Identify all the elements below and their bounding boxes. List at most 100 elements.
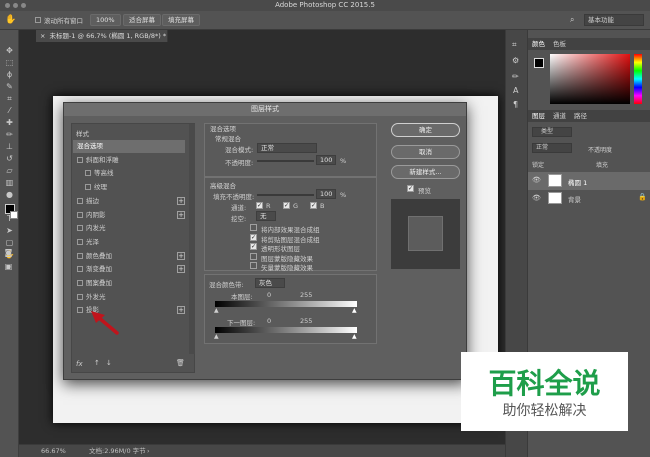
knockout-select[interactable]: 无 (256, 211, 276, 221)
foreground-swatch[interactable] (534, 58, 544, 68)
layer-blend-mode[interactable]: 正常 (532, 143, 572, 153)
layer-row[interactable]: 👁 椭圆 1 (528, 172, 650, 190)
dodge-tool-icon[interactable]: ● (4, 190, 15, 199)
fit-screen-button[interactable]: 适合屏幕 (123, 14, 161, 26)
status-arrow-icon[interactable]: › (147, 445, 150, 457)
eyedropper-tool-icon[interactable]: ⁄ (4, 106, 15, 115)
style-item-checkbox[interactable] (77, 280, 83, 286)
ok-button[interactable]: 确定 (391, 123, 460, 137)
fill-screen-button[interactable]: 填充屏幕 (162, 14, 200, 26)
fill-opacity-field[interactable]: 100 (316, 189, 336, 199)
visibility-eye-icon[interactable]: 👁 (532, 176, 541, 184)
new-style-button[interactable]: 新建样式... (391, 165, 460, 179)
fill-opacity-slider[interactable] (257, 194, 314, 196)
style-item-checkbox[interactable] (77, 211, 83, 218)
style-item-checkbox[interactable] (77, 225, 83, 232)
below-layer-right-slider[interactable]: ▲ (352, 333, 357, 340)
zoom-100-button[interactable]: 100% (90, 14, 121, 26)
trash-icon[interactable]: 🗑 (176, 359, 185, 367)
this-layer-right-slider[interactable]: ▲ (352, 307, 357, 314)
style-item-checkbox[interactable] (77, 266, 83, 273)
advanced-option-checkbox[interactable] (250, 252, 257, 260)
window-minimize-dot[interactable] (13, 3, 18, 8)
style-item[interactable]: 光泽 (73, 236, 185, 249)
style-item-checkbox[interactable] (77, 307, 83, 314)
advanced-option-checkbox[interactable]: ✓ (250, 233, 257, 241)
style-item-checkbox[interactable] (77, 293, 83, 300)
tab-swatches[interactable]: 色板 (553, 40, 566, 48)
preview-checkbox[interactable]: ✓ (407, 185, 414, 192)
style-item-checkbox[interactable] (85, 184, 91, 191)
tab-layers[interactable]: 图层 (532, 112, 545, 120)
style-item[interactable]: 纹理 (73, 181, 185, 194)
add-effect-icon[interactable]: + (177, 306, 185, 315)
style-item-checkbox[interactable] (77, 238, 83, 245)
style-item[interactable]: 混合选项 (73, 140, 185, 153)
window-close-dot[interactable] (5, 3, 10, 8)
channel-b-checkbox[interactable]: ✓ (310, 202, 317, 209)
path-select-tool-icon[interactable]: ➤ (4, 226, 15, 235)
quick-mask-icon[interactable]: ◙ (3, 248, 14, 257)
advanced-option-checkbox[interactable] (250, 262, 257, 269)
history-panel-icon[interactable]: ⌗ (512, 40, 517, 50)
advanced-option-checkbox[interactable]: ✓ (250, 243, 257, 250)
background-color-swatch[interactable] (10, 211, 18, 219)
search-icon[interactable]: ⌕ (570, 15, 574, 25)
styles-header[interactable]: 样式 (76, 128, 89, 138)
shape-tool-icon[interactable]: ▢ (4, 238, 15, 247)
properties-panel-icon[interactable]: ⚙ (512, 56, 519, 65)
tab-color[interactable]: 颜色 (532, 40, 545, 48)
style-item-checkbox[interactable] (77, 252, 83, 259)
add-effect-icon[interactable]: + (177, 265, 185, 274)
screen-mode-icon[interactable]: ▣ (3, 262, 14, 271)
styles-scrollbar[interactable] (189, 124, 195, 354)
window-zoom-dot[interactable] (21, 3, 26, 8)
eraser-tool-icon[interactable]: ▱ (4, 166, 15, 175)
fx-button[interactable]: fx (76, 360, 83, 368)
move-tool-icon[interactable]: ✥ (4, 46, 15, 55)
layer-kind-filter[interactable]: 类型 (532, 127, 572, 137)
blend-mode-select[interactable]: 正常 (257, 143, 317, 153)
stamp-tool-icon[interactable]: ⊥ (4, 142, 15, 151)
document-tab[interactable]: × 未标题-1 @ 66.7% (椭圆 1, RGB/8*) * (36, 30, 168, 42)
style-item[interactable]: 外发光 (73, 291, 185, 304)
cancel-button[interactable]: 取消 (391, 145, 460, 159)
history-brush-tool-icon[interactable]: ↺ (4, 154, 15, 163)
advanced-option-checkbox[interactable] (250, 224, 257, 231)
brush-panel-icon[interactable]: ✏ (512, 72, 519, 81)
gradient-tool-icon[interactable]: ▥ (4, 178, 15, 187)
style-item[interactable]: 内阴影 + (73, 209, 185, 222)
style-item[interactable]: 颜色叠加 + (73, 250, 185, 263)
marquee-tool-icon[interactable]: ⬚ (4, 58, 15, 67)
tab-paths[interactable]: 路径 (574, 112, 587, 120)
healing-tool-icon[interactable]: ✚ (4, 118, 15, 127)
style-item-checkbox[interactable] (77, 156, 83, 163)
quick-select-tool-icon[interactable]: ✎ (4, 82, 15, 91)
opacity-field[interactable]: 100 (316, 155, 336, 165)
add-effect-icon[interactable]: + (177, 210, 185, 219)
style-item[interactable]: 渐变叠加 + (73, 263, 185, 276)
opacity-slider[interactable] (257, 160, 314, 162)
crop-tool-icon[interactable]: ⌗ (4, 94, 15, 103)
close-tab-icon[interactable]: × (40, 32, 45, 40)
move-down-icon[interactable]: ↓ (106, 359, 112, 367)
paragraph-panel-icon[interactable]: ¶ (513, 100, 518, 109)
lasso-tool-icon[interactable]: ϕ (4, 70, 15, 79)
style-item[interactable]: 斜面和浮雕 (73, 154, 185, 167)
this-layer-left-slider[interactable]: ▲ (214, 307, 219, 314)
layer-name[interactable]: 椭圆 1 (568, 177, 587, 187)
add-effect-icon[interactable]: + (177, 251, 185, 260)
style-item-checkbox[interactable] (85, 170, 91, 177)
status-zoom[interactable]: 66.67% (41, 445, 66, 457)
blend-if-select[interactable]: 灰色 (255, 278, 285, 288)
add-effect-icon[interactable]: + (177, 196, 185, 205)
color-spectrum[interactable] (550, 54, 630, 104)
layer-name[interactable]: 背景 (568, 194, 581, 204)
style-item[interactable]: 等高线 (73, 167, 185, 180)
brush-tool-icon[interactable]: ✏ (4, 130, 15, 139)
style-item[interactable]: 内发光 (73, 222, 185, 235)
hue-slider[interactable] (634, 54, 642, 104)
channel-g-checkbox[interactable]: ✓ (283, 202, 290, 209)
workspace-select[interactable]: 基本功能 (584, 14, 644, 26)
layer-row[interactable]: 👁 背景 🔒 (528, 190, 650, 206)
